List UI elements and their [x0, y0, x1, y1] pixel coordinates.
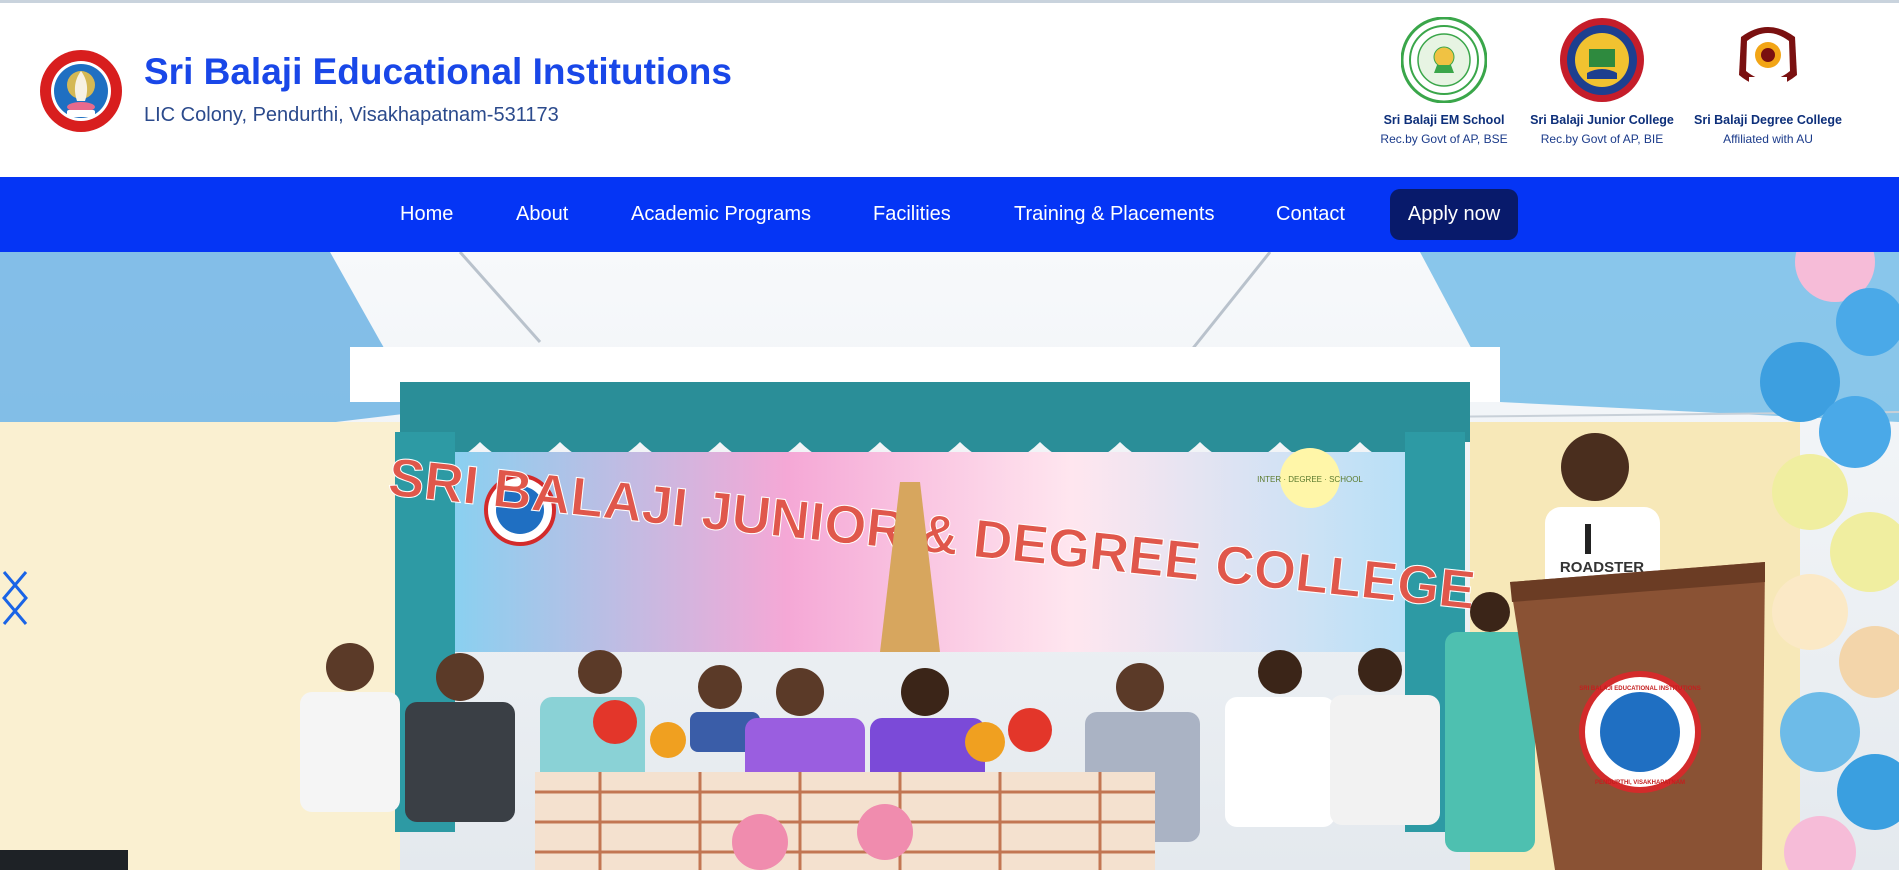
podium-logo-text: SRI BALAJI EDUCATIONAL INSTITUTIONS: [1579, 686, 1700, 692]
chevron-right-icon[interactable]: [0, 570, 30, 626]
site-address: LIC Colony, Pendurthi, Visakhapatnam-531…: [144, 104, 559, 126]
site-title[interactable]: Sri Balaji Educational Institutions: [144, 51, 732, 93]
nav-home[interactable]: Home: [400, 203, 453, 226]
main-nav: Home About Academic Programs Facilities …: [0, 177, 1899, 252]
affiliation-subtitle: Rec.by Govt of AP, BIE: [1540, 132, 1664, 146]
andhra-university-seal-icon: [1739, 27, 1797, 87]
board-of-intermediate-seal-icon: [1560, 18, 1644, 102]
nav-facilities[interactable]: Facilities: [873, 203, 951, 226]
nav-about[interactable]: About: [516, 203, 568, 226]
podium-logo-text-bottom: PENDURTHI, VISAKHAPATNAM: [1595, 780, 1685, 786]
apply-now-button[interactable]: Apply now: [1390, 189, 1518, 240]
affiliation-subtitle: Rec.by Govt of AP, BSE: [1380, 132, 1508, 146]
affiliation-degree-college: Sri Balaji Degree College Affiliated wit…: [1678, 17, 1858, 146]
nav-academic-programs[interactable]: Academic Programs: [631, 203, 811, 226]
affiliation-name: Sri Balaji Junior College: [1530, 113, 1674, 127]
nav-contact[interactable]: Contact: [1276, 203, 1345, 226]
affiliation-junior-college: Sri Balaji Junior College Rec.by Govt of…: [1512, 17, 1692, 146]
affiliation-em-school: Sri Balaji EM School Rec.by Govt of AP, …: [1354, 17, 1534, 146]
institution-logo-icon[interactable]: [39, 49, 123, 133]
affiliation-subtitle: Affiliated with AU: [1723, 132, 1813, 146]
nav-training-placements[interactable]: Training & Placements: [1014, 203, 1214, 226]
banner-badge: INTER · DEGREE · SCHOOL: [1257, 475, 1363, 484]
affiliation-name: Sri Balaji EM School: [1383, 113, 1505, 127]
government-of-andhra-pradesh-seal-icon: [1401, 17, 1487, 103]
affiliation-name: Sri Balaji Degree College: [1694, 113, 1842, 127]
hero-slide-image: SRI BALAJI JUNIOR & DEGREE COLLEGE INTER…: [0, 252, 1899, 870]
hero-carousel: SRI BALAJI JUNIOR & DEGREE COLLEGE INTER…: [0, 252, 1899, 870]
site-header: Sri Balaji Educational Institutions LIC …: [0, 3, 1899, 177]
